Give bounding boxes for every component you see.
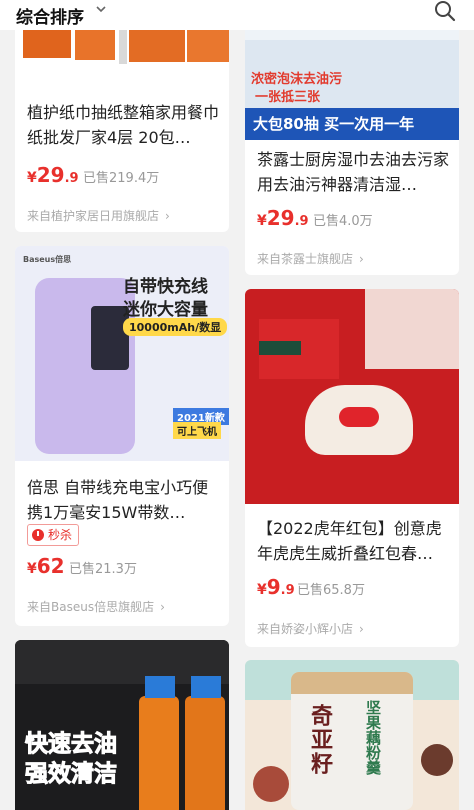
product-card-cleaner[interactable]: 快速去油 强效清洁 xyxy=(15,640,229,810)
chevron-down-icon[interactable] xyxy=(96,4,106,14)
product-card-tissue[interactable]: 植护纸巾抽纸整箱家用餐巾纸批发厂家4层 20包… ¥29.9 已售219.4万 … xyxy=(15,0,229,232)
sold-count: 已售4.0万 xyxy=(313,214,373,229)
product-price: ¥9.9 xyxy=(257,575,295,599)
product-title[interactable]: 倍思 自带线充电宝小巧便携1万毫安15W带数… xyxy=(27,475,219,525)
headline-text: 迷你大容量 xyxy=(123,300,208,320)
product-image[interactable] xyxy=(245,289,459,504)
banner-subtext: 一张抵三张 xyxy=(255,90,321,105)
store-link[interactable]: 来自茶露士旗舰店 › xyxy=(257,250,364,267)
product-image[interactable]: 奇亚籽 坚果藕粉羹 xyxy=(245,660,459,810)
headline-text: 自带快充线 xyxy=(123,277,208,297)
brand-logo: Baseus倍思 xyxy=(23,255,72,264)
promo-text: 强效清洁 xyxy=(25,761,118,788)
sold-count: 已售21.3万 xyxy=(69,562,137,577)
chevron-right-icon: › xyxy=(359,622,364,636)
product-title[interactable]: 植护纸巾抽纸整箱家用餐巾纸批发厂家4层 20包… xyxy=(27,100,219,150)
store-link[interactable]: 来自娇姿小辉小店 › xyxy=(257,620,364,637)
promo-text: 快速去油 xyxy=(25,731,118,758)
product-card-powerbank[interactable]: Baseus倍思 自带快充线 迷你大容量 10000mAh/数显 2021新款 … xyxy=(15,246,229,626)
banner-text: 浓密泡沫去油污 xyxy=(251,72,343,87)
product-price: ¥62 xyxy=(27,554,65,578)
store-link[interactable]: 来自Baseus倍思旗舰店 › xyxy=(27,598,165,615)
banner-main-text: 大包80抽 买一次用一年 xyxy=(253,115,415,133)
sold-count: 已售219.4万 xyxy=(83,171,160,186)
sold-count: 已售65.8万 xyxy=(297,583,365,598)
search-icon[interactable] xyxy=(434,0,456,22)
product-card-lotus-powder[interactable]: 奇亚籽 坚果藕粉羹 xyxy=(245,660,459,810)
product-card-red-envelope[interactable]: 【2022虎年红包】创意虎年虎虎生威折叠红包春… ¥9.9 已售65.8万 来自… xyxy=(245,289,459,647)
product-card-wipes[interactable]: 浓密泡沫去油污 一张抵三张 大包80抽 买一次用一年 茶露士厨房湿巾去油去污家用… xyxy=(245,0,459,275)
flash-sale-badge: 秒杀 xyxy=(27,524,80,546)
product-price: ¥29.9 xyxy=(27,163,79,187)
capacity-badge: 10000mAh/数显 xyxy=(123,318,228,336)
jar-brand-text: 奇亚籽 xyxy=(307,704,332,776)
product-title[interactable]: 【2022虎年红包】创意虎年虎虎生威折叠红包春… xyxy=(257,516,449,566)
sort-dropdown-label[interactable]: 综合排序 xyxy=(16,3,84,28)
jar-label-text: 坚果藕粉羹 xyxy=(364,700,382,775)
chevron-right-icon: › xyxy=(165,209,170,223)
store-link[interactable]: 来自植护家居日用旗舰店 › xyxy=(27,207,170,224)
chevron-right-icon: › xyxy=(160,600,165,614)
product-image[interactable]: 快速去油 强效清洁 xyxy=(15,640,229,810)
product-price: ¥29.9 xyxy=(257,206,309,230)
flight-badge: 可上飞机 xyxy=(173,422,221,439)
product-title[interactable]: 茶露士厨房湿巾去油去污家用去油污神器清洁湿… xyxy=(257,147,449,197)
product-image[interactable]: Baseus倍思 自带快充线 迷你大容量 10000mAh/数显 2021新款 … xyxy=(15,246,229,461)
clock-icon xyxy=(32,529,44,541)
chevron-right-icon: › xyxy=(359,252,364,266)
top-bar: 综合排序 xyxy=(0,0,474,30)
